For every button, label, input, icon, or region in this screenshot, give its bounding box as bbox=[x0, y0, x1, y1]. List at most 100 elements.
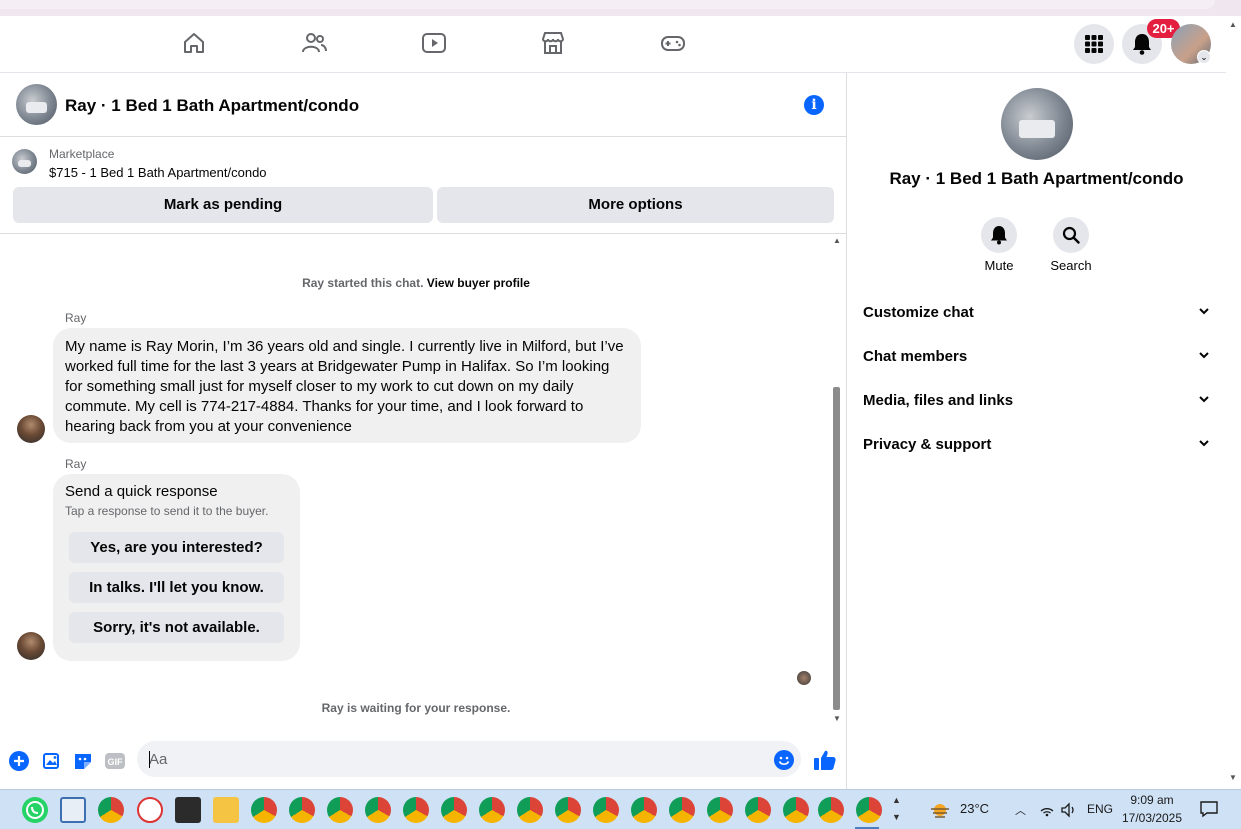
quick-response-title: Send a quick response bbox=[65, 483, 218, 500]
chrome-profile-icon[interactable] bbox=[856, 797, 882, 823]
thumbs-up-icon[interactable] bbox=[813, 748, 836, 770]
chevron-down-icon bbox=[1197, 392, 1211, 410]
search-action[interactable]: Search bbox=[1035, 217, 1107, 273]
chrome-profile-icon[interactable] bbox=[365, 797, 391, 823]
add-plus-icon[interactable] bbox=[8, 750, 30, 772]
section-customize-chat[interactable]: Customize chat bbox=[863, 304, 1211, 324]
section-chat-members[interactable]: Chat members bbox=[863, 348, 1211, 368]
listing-bar: Marketplace $715 - 1 Bed 1 Bath Apartmen… bbox=[0, 137, 846, 234]
chrome-icon[interactable] bbox=[98, 797, 124, 823]
more-options-button[interactable]: More options bbox=[437, 187, 834, 223]
chrome-profile-icon[interactable] bbox=[593, 797, 619, 823]
section-media-files-links[interactable]: Media, files and links bbox=[863, 392, 1211, 412]
wifi-icon[interactable] bbox=[1039, 802, 1055, 818]
chrome-profile-icon[interactable] bbox=[403, 797, 429, 823]
mark-as-pending-button[interactable]: Mark as pending bbox=[13, 187, 433, 223]
message-bubble: My name is Ray Morin, I’m 36 years old a… bbox=[53, 328, 641, 443]
taskbar-scroll-arrows-icon[interactable]: ▲ ▼ bbox=[892, 792, 901, 826]
file-explorer-icon[interactable] bbox=[213, 797, 239, 823]
chrome-profile-icon[interactable] bbox=[289, 797, 315, 823]
scroll-up-arrow-icon[interactable]: ▲ bbox=[832, 236, 842, 245]
chat-listing-thumbnail[interactable] bbox=[16, 84, 57, 125]
chrome-profile-icon[interactable] bbox=[327, 797, 353, 823]
chrome-profile-icon[interactable] bbox=[555, 797, 581, 823]
page-scrollbar[interactable]: ▲ ▼ bbox=[1226, 16, 1241, 789]
section-label: Media, files and links bbox=[863, 392, 1014, 409]
clock-time[interactable]: 9:09 am bbox=[1124, 793, 1180, 807]
language-indicator[interactable]: ENG bbox=[1087, 802, 1113, 816]
friends-icon[interactable] bbox=[301, 30, 327, 56]
chrome-profile-icon[interactable] bbox=[783, 797, 809, 823]
whatsapp-icon[interactable] bbox=[22, 797, 48, 823]
emoji-icon[interactable] bbox=[774, 750, 794, 770]
section-label: Privacy & support bbox=[863, 436, 992, 453]
quick-response-card: Send a quick response Tap a response to … bbox=[53, 474, 300, 661]
chevron-down-icon bbox=[1197, 304, 1211, 322]
tray-chevron-up-icon[interactable]: ︿ bbox=[1015, 802, 1026, 818]
chat-started-text: Ray started this chat. bbox=[302, 276, 424, 290]
section-label: Customize chat bbox=[863, 304, 974, 321]
gif-icon[interactable]: GIF bbox=[104, 750, 126, 772]
chrome-profile-icon[interactable] bbox=[707, 797, 733, 823]
chrome-profile-icon[interactable] bbox=[818, 797, 844, 823]
top-navbar: 20+ ⌄ bbox=[0, 16, 1226, 73]
attach-photo-icon[interactable] bbox=[40, 750, 62, 772]
view-buyer-profile-link[interactable]: View buyer profile bbox=[427, 276, 530, 290]
page-scroll-down-icon[interactable]: ▼ bbox=[1229, 773, 1237, 782]
chrome-profile-icon[interactable] bbox=[479, 797, 505, 823]
clock-date[interactable]: 17/03/2025 bbox=[1120, 811, 1184, 825]
text-caret bbox=[149, 751, 150, 768]
chevron-down-icon bbox=[1197, 348, 1211, 366]
volume-icon[interactable] bbox=[1060, 802, 1078, 818]
quick-response-option[interactable]: In talks. I'll let you know. bbox=[69, 572, 284, 603]
message-thread: Ray started this chat. View buyer profil… bbox=[0, 234, 832, 734]
browser-tab-strip bbox=[0, 0, 1215, 9]
listing-avatar-large[interactable] bbox=[1001, 88, 1073, 160]
sticker-icon[interactable] bbox=[72, 750, 94, 772]
snipping-tool-icon[interactable] bbox=[137, 797, 163, 823]
listing-price-title[interactable]: $715 - 1 Bed 1 Bath Apartment/condo bbox=[49, 165, 267, 180]
message-composer: GIF bbox=[0, 734, 846, 789]
notepad-icon[interactable] bbox=[60, 797, 86, 823]
chrome-profile-icon[interactable] bbox=[441, 797, 467, 823]
browser-top-strip bbox=[0, 0, 1241, 16]
action-center-icon[interactable] bbox=[1199, 800, 1219, 818]
sender-avatar[interactable] bbox=[17, 415, 45, 443]
quick-response-option[interactable]: Yes, are you interested? bbox=[69, 532, 284, 563]
marketplace-icon[interactable] bbox=[540, 30, 566, 56]
waiting-notice: Ray is waiting for your response. bbox=[321, 701, 511, 715]
chrome-profile-icon[interactable] bbox=[517, 797, 543, 823]
home-icon[interactable] bbox=[181, 30, 207, 56]
menu-grid-icon[interactable] bbox=[1074, 24, 1114, 64]
quick-response-option[interactable]: Sorry, it's not available. bbox=[69, 612, 284, 643]
listing-thumbnail[interactable] bbox=[12, 149, 37, 174]
account-chevron-down-icon[interactable]: ⌄ bbox=[1197, 50, 1211, 64]
search-icon[interactable] bbox=[1053, 217, 1089, 253]
sender-avatar[interactable] bbox=[17, 632, 45, 660]
mute-action[interactable]: Mute bbox=[963, 217, 1035, 273]
video-icon[interactable] bbox=[421, 30, 447, 56]
search-label: Search bbox=[1050, 258, 1092, 273]
chat-title[interactable]: Ray · 1 Bed 1 Bath Apartment/condo bbox=[65, 96, 359, 116]
gif-label: GIF bbox=[108, 757, 124, 767]
chevron-down-icon bbox=[1197, 436, 1211, 454]
gaming-icon[interactable] bbox=[660, 30, 686, 56]
chrome-profile-icon[interactable] bbox=[745, 797, 771, 823]
chat-started-notice: Ray started this chat. View buyer profil… bbox=[0, 276, 832, 290]
chat-scrollbar-thumb[interactable] bbox=[833, 387, 840, 710]
page-scroll-up-icon[interactable]: ▲ bbox=[1229, 20, 1237, 29]
message-input[interactable] bbox=[137, 741, 757, 777]
info-icon[interactable]: i bbox=[804, 95, 824, 115]
section-privacy-support[interactable]: Privacy & support bbox=[863, 436, 1211, 456]
message-sender: Ray bbox=[65, 457, 87, 471]
weather-temperature[interactable]: 23°C bbox=[960, 801, 989, 816]
chrome-profile-icon[interactable] bbox=[631, 797, 657, 823]
sticky-notes-icon[interactable] bbox=[175, 797, 201, 823]
scroll-down-arrow-icon[interactable]: ▼ bbox=[832, 714, 842, 723]
bell-icon[interactable] bbox=[981, 217, 1017, 253]
chrome-profile-icon[interactable] bbox=[669, 797, 695, 823]
windows-taskbar: ▲ ▼ 23°C ︿ ENG 9:09 am 17/03/2025 bbox=[0, 789, 1241, 829]
section-label: Chat members bbox=[863, 348, 968, 365]
weather-sun-icon bbox=[928, 800, 952, 820]
chrome-profile-icon[interactable] bbox=[251, 797, 277, 823]
